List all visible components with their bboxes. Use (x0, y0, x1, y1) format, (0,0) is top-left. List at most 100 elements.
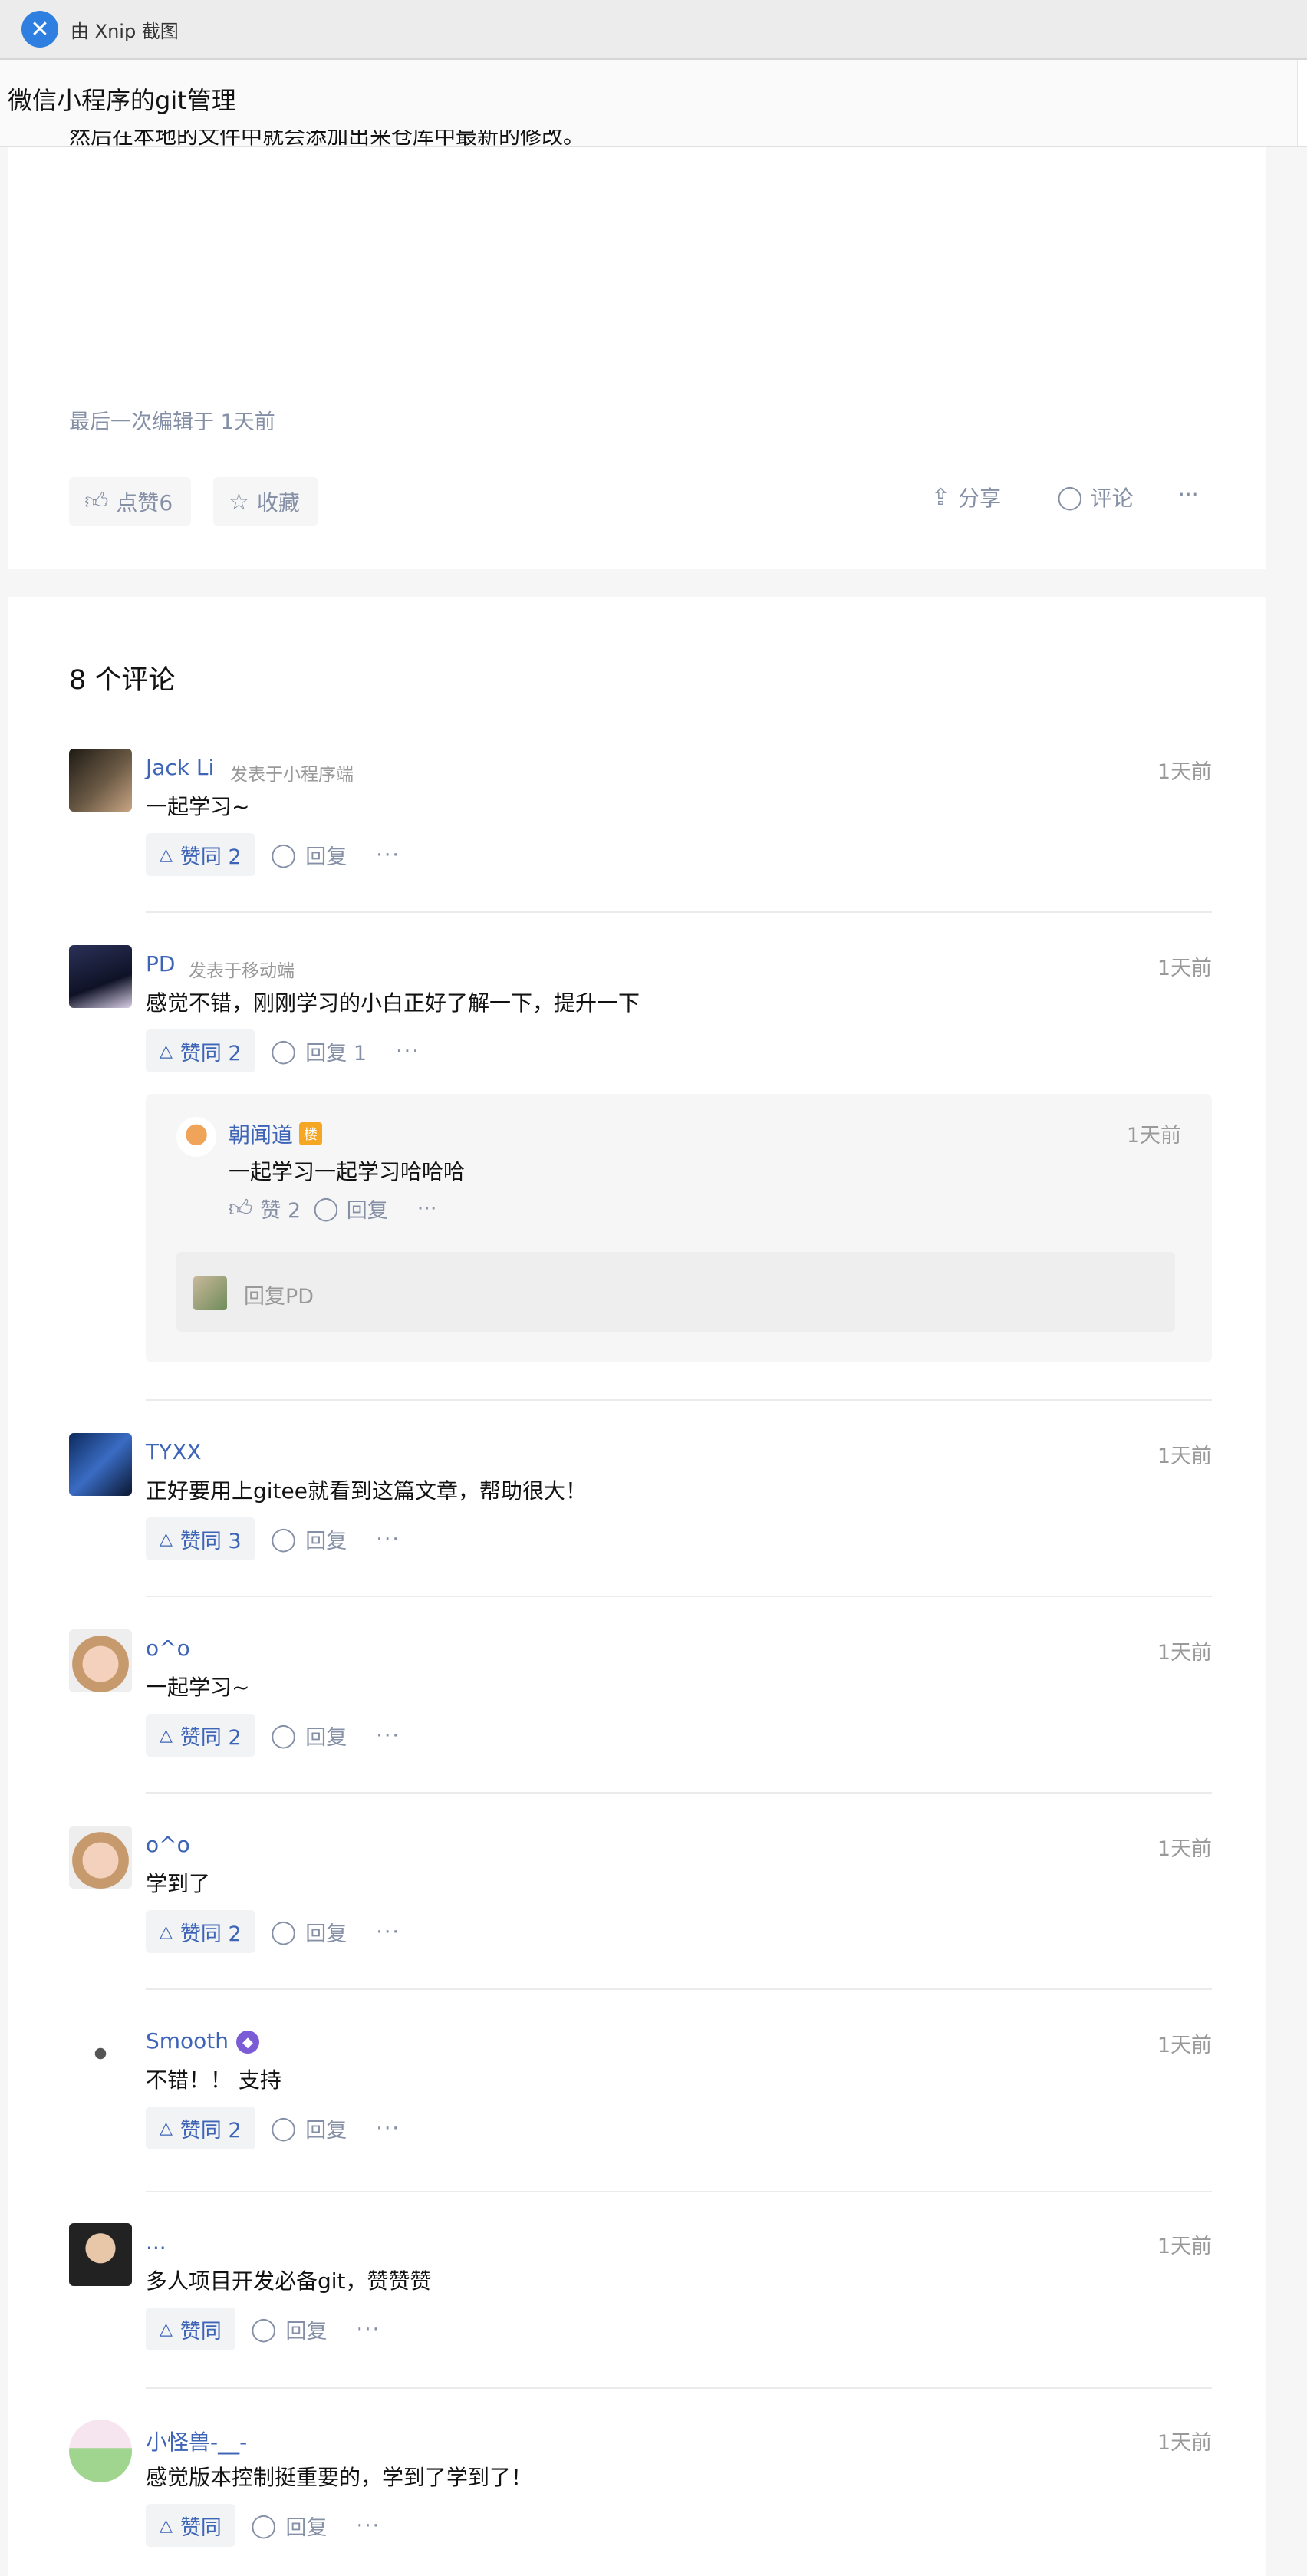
reply-label: 回复 1 (305, 1041, 367, 1066)
reply-label: 回复 (305, 1529, 347, 1553)
comment-text: 正好要用上gitee就看到这篇文章，帮助很大！ (146, 1478, 587, 1504)
avatar[interactable] (69, 2223, 132, 2286)
comment-icon: ◯ (250, 2315, 277, 2343)
comments-card: 8 个评论 Jack Li 发表于小程序端 1天前 一起学习~ △ 赞同 2 ◯ 回… (8, 597, 1266, 2576)
reply-button[interactable]: ◯ 回复 (313, 1194, 388, 1224)
comment-icon: ◯ (270, 2114, 297, 2142)
triangle-up-icon: △ (160, 1041, 173, 1061)
comment-author[interactable]: 小怪兽-__- (146, 2426, 247, 2456)
triangle-up-icon: △ (160, 2319, 173, 2339)
collect-button[interactable]: ☆ 收藏 (213, 477, 318, 526)
triangle-up-icon: △ (160, 845, 173, 865)
like-button[interactable]: 👍︎ 点赞6 (69, 477, 192, 526)
comment-author[interactable]: TYXX (146, 1439, 202, 1464)
more-button[interactable]: ··· (376, 1920, 400, 1944)
article-card: 然后在本地的文件中就会添加出来仓库中最新的修改。 最后一次编辑于 1天前 👍︎ … (8, 130, 1266, 569)
reply-button[interactable]: ◯ 回复 1 (271, 1036, 367, 1066)
comment-author[interactable]: PD (146, 951, 175, 977)
reply-button[interactable]: ◯ 回复 (271, 2113, 347, 2143)
comment-author[interactable]: ... (146, 2229, 166, 2255)
reply-input-placeholder: 回复PD (244, 1285, 314, 1309)
comment-actions: △ 赞同 2 ◯ 回复 ··· (146, 1910, 400, 1953)
vote-button[interactable]: △ 赞同 2 (146, 1714, 255, 1757)
vote-label: 赞同 3 (179, 1529, 242, 1553)
reply-button[interactable]: ◯ 回复 (271, 1721, 347, 1751)
vote-button[interactable]: △ 赞同 2 (146, 1029, 255, 1072)
article-clipped-line: 然后在本地的文件中就会添加出来仓库中最新的修改。 (69, 130, 585, 149)
avatar[interactable] (69, 945, 132, 1008)
reply-button[interactable]: ◯ 回复 (271, 1524, 347, 1554)
app-title: 由 Xnip 截图 (71, 20, 179, 42)
like-button[interactable]: 👍︎ 赞 2 (229, 1194, 301, 1224)
reply-thread: 朝闻道 楼 1天前 一起学习一起学习哈哈哈 👍︎ 赞 2 ◯ 回复 ··· 回复PD (146, 1094, 1212, 1362)
comment-icon: ◯ (313, 1195, 339, 1222)
avatar[interactable] (69, 1433, 132, 1496)
more-button[interactable]: ··· (376, 1724, 400, 1748)
xnip-logo-icon: ✕ (21, 11, 58, 48)
triangle-up-icon: △ (160, 2118, 173, 2138)
reply-input[interactable]: 回复PD (176, 1252, 1175, 1332)
comment-icon: ◯ (1057, 483, 1083, 511)
comment-icon: ◯ (250, 2512, 277, 2539)
share-button[interactable]: ⇪ 分享 (931, 482, 1001, 512)
avatar[interactable] (69, 1629, 132, 1692)
reply-author-name: 朝闻道 (229, 1122, 294, 1148)
comment-label: 评论 (1090, 486, 1134, 511)
avatar[interactable] (69, 2022, 132, 2085)
scrollbar[interactable] (1297, 60, 1307, 146)
more-button[interactable]: ··· (376, 2116, 400, 2140)
thumb-up-icon: 👍︎ (84, 488, 109, 515)
reply-label: 回复 (346, 1199, 388, 1223)
more-button[interactable]: ··· (376, 1527, 400, 1551)
more-icon: ··· (1178, 482, 1199, 507)
reply-author[interactable]: 朝闻道 楼 (229, 1118, 323, 1149)
vote-button[interactable]: △ 赞同 2 (146, 2107, 255, 2149)
avatar[interactable] (176, 1117, 216, 1157)
comment-icon: ◯ (270, 1037, 297, 1065)
author-badge: 楼 (299, 1122, 323, 1145)
more-button[interactable]: ··· (1178, 482, 1199, 507)
share-label: 分享 (958, 486, 1002, 511)
comment-time: 1天前 (1157, 2034, 1212, 2057)
more-button[interactable]: ··· (376, 843, 400, 867)
comment-author[interactable]: o^o (146, 1636, 190, 1661)
comment-author[interactable]: Smooth ◆ (146, 2028, 260, 2054)
comment-icon: ◯ (270, 1918, 297, 1945)
reply-label: 回复 (285, 2515, 328, 2540)
avatar[interactable] (69, 749, 132, 812)
reply-label: 回复 (305, 1922, 347, 1946)
reply-button[interactable]: ◯ 回复 (251, 2511, 328, 2541)
avatar[interactable] (69, 2420, 132, 2482)
more-button[interactable]: ··· (417, 1197, 437, 1220)
vote-button[interactable]: △ 赞同 3 (146, 1517, 255, 1560)
last-edited-label: 最后一次编辑于 1天前 (69, 410, 275, 434)
more-button[interactable]: ··· (357, 2514, 381, 2538)
vote-button[interactable]: △ 赞同 2 (146, 833, 255, 876)
triangle-up-icon: △ (160, 2515, 173, 2535)
comment-source: 发表于移动端 (189, 961, 295, 981)
reply-button[interactable]: ◯ 回复 (271, 1917, 347, 1947)
reply-button[interactable]: ◯ 回复 (271, 840, 347, 870)
comment-button[interactable]: ◯ 评论 (1057, 482, 1134, 512)
more-button[interactable]: ··· (357, 2317, 381, 2341)
comment-actions: △ 赞同 2 ◯ 回复 ··· (146, 833, 400, 876)
comment-text: 不错！！ 支持 (146, 2067, 281, 2093)
reply-label: 回复 (285, 2319, 328, 2344)
comment-time: 1天前 (1157, 1641, 1212, 1665)
comment-text: 感觉版本控制挺重要的，学到了学到了！ (146, 2465, 533, 2490)
more-button[interactable]: ··· (396, 1039, 420, 1063)
vote-label: 赞同 2 (179, 1041, 242, 1066)
comment-author[interactable]: Jack Li (146, 755, 214, 780)
vote-button[interactable]: △ 赞同 (146, 2504, 235, 2547)
comment-actions: △ 赞同 3 ◯ 回复 ··· (146, 1517, 400, 1560)
reply-time: 1天前 (1126, 1124, 1181, 1148)
vote-button[interactable]: △ 赞同 2 (146, 1910, 255, 1953)
comment-time: 1天前 (1157, 1837, 1212, 1861)
comment-time: 1天前 (1157, 1444, 1212, 1468)
vote-button[interactable]: △ 赞同 (146, 2308, 235, 2350)
like-label: 赞 2 (260, 1199, 301, 1223)
comment-author[interactable]: o^o (146, 1832, 190, 1857)
reply-button[interactable]: ◯ 回复 (251, 2314, 328, 2344)
avatar[interactable] (69, 1826, 132, 1889)
comment-time: 1天前 (1157, 957, 1212, 980)
